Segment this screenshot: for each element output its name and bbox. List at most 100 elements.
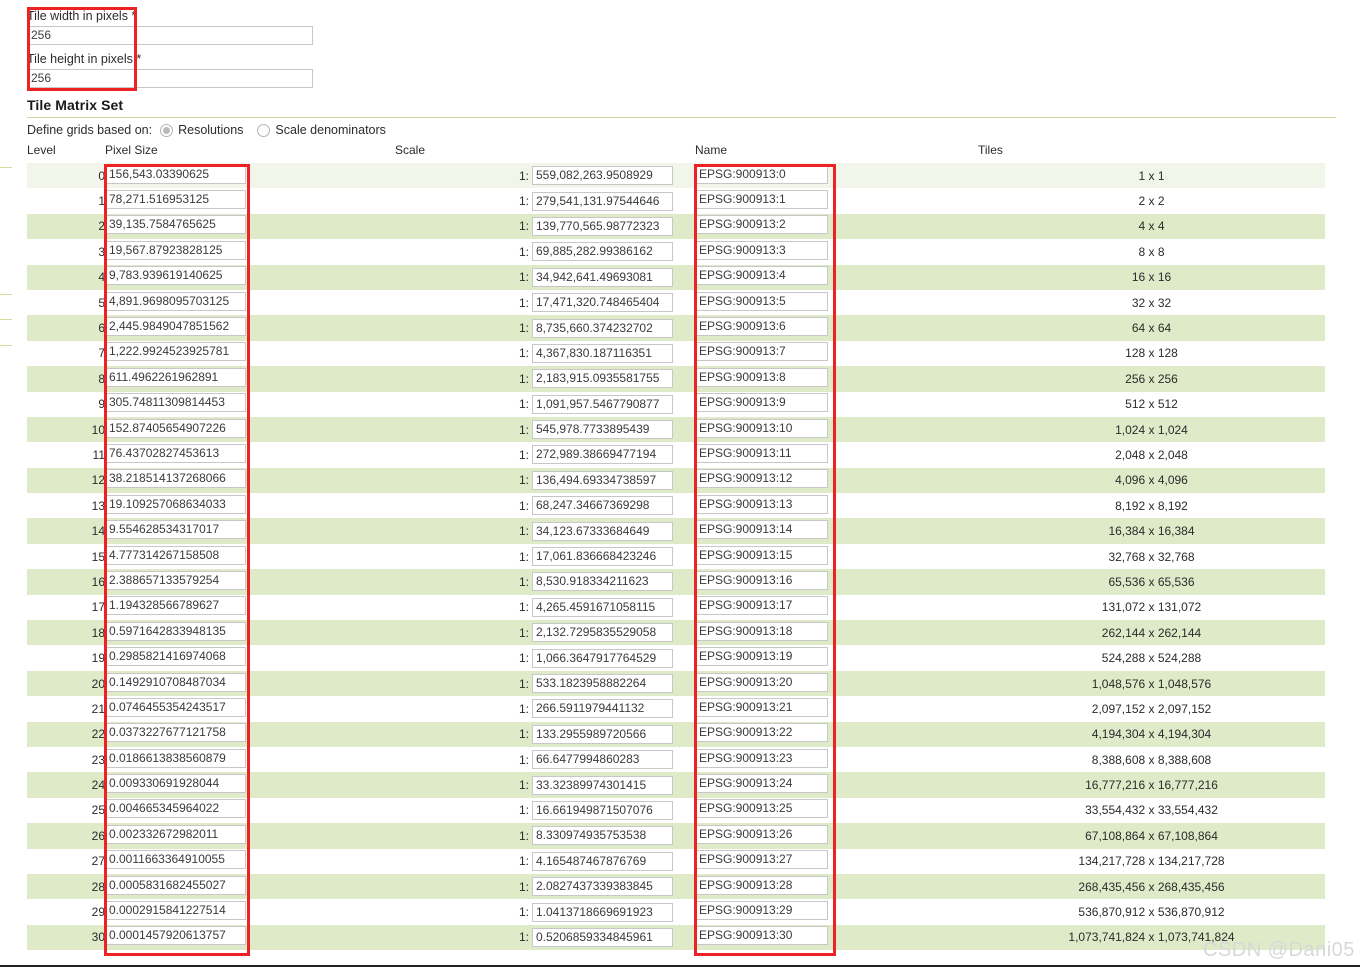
scale-input[interactable]: 34,123.67333684649 [532, 522, 673, 541]
matrix-name-input[interactable]: EPSG:900913:25 [695, 799, 828, 818]
pixel-size-input[interactable]: 0.0011663364910055 [105, 850, 246, 869]
pixel-size-input[interactable]: 0.2985821416974068 [105, 647, 246, 666]
tile-height-input[interactable] [27, 69, 313, 88]
pixel-size-input[interactable]: 0.002332672982011 [105, 825, 246, 844]
scale-input[interactable]: 272,989.38669477194 [532, 445, 673, 464]
matrix-name-input[interactable]: EPSG:900913:13 [695, 495, 828, 514]
scale-input[interactable]: 34,942,641.49693081 [532, 268, 673, 287]
radio-option-scale-denominators[interactable]: Scale denominators [257, 123, 385, 137]
matrix-name-input[interactable]: EPSG:900913:2 [695, 215, 828, 234]
matrix-name-input[interactable]: EPSG:900913:20 [695, 673, 828, 692]
pixel-size-input[interactable]: 4,891.9698095703125 [105, 292, 246, 311]
matrix-name-input[interactable]: EPSG:900913:6 [695, 317, 828, 336]
scale-input[interactable]: 68,247.34667369298 [532, 496, 673, 515]
matrix-name-input[interactable]: EPSG:900913:30 [695, 926, 828, 945]
pixel-size-input[interactable]: 19,567.87923828125 [105, 241, 246, 260]
matrix-name-input[interactable]: EPSG:900913:7 [695, 342, 828, 361]
scale-input[interactable]: 136,494.69334738597 [532, 471, 673, 490]
radio-option-resolutions[interactable]: Resolutions [160, 123, 243, 137]
scale-input[interactable]: 1,066.3647917764529 [532, 649, 673, 668]
pixel-size-input[interactable]: 0.0001457920613757 [105, 926, 246, 945]
scale-input[interactable]: 4.165487467876769 [532, 852, 673, 871]
pixel-size-input[interactable]: 0.004665345964022 [105, 799, 246, 818]
pixel-size-input[interactable]: 9,783.939619140625 [105, 266, 246, 285]
matrix-name-input[interactable]: EPSG:900913:23 [695, 749, 828, 768]
matrix-name-input[interactable]: EPSG:900913:27 [695, 850, 828, 869]
scale-input[interactable]: 533.1823958882264 [532, 674, 673, 693]
pixel-size-input[interactable]: 0.5971642833948135 [105, 622, 246, 641]
scale-input[interactable]: 2.0827437339383845 [532, 877, 673, 896]
pixel-size-input[interactable]: 2,445.9849047851562 [105, 317, 246, 336]
scale-input[interactable]: 33.32389974301415 [532, 776, 673, 795]
scale-input[interactable]: 69,885,282.99386162 [532, 242, 673, 261]
pixel-size-input[interactable]: 1,222.9924523925781 [105, 342, 246, 361]
matrix-name-input[interactable]: EPSG:900913:14 [695, 520, 828, 539]
matrix-name-input[interactable]: EPSG:900913:19 [695, 647, 828, 666]
scale-input[interactable]: 8,735,660.374232702 [532, 319, 673, 338]
matrix-name-input[interactable]: EPSG:900913:1 [695, 190, 828, 209]
pixel-size-input[interactable]: 0.0746455354243517 [105, 698, 246, 717]
pixel-size-input[interactable]: 2.388657133579254 [105, 571, 246, 590]
pixel-size-input[interactable]: 0.0005831682455027 [105, 876, 246, 895]
scale-input[interactable]: 266.5911979441132 [532, 699, 673, 718]
matrix-name-input[interactable]: EPSG:900913:16 [695, 571, 828, 590]
scale-input[interactable]: 0.5206859334845961 [532, 928, 673, 947]
matrix-name-input[interactable]: EPSG:900913:0 [695, 165, 828, 184]
matrix-name-input[interactable]: EPSG:900913:15 [695, 546, 828, 565]
pixel-size-input[interactable]: 0.009330691928044 [105, 774, 246, 793]
matrix-name-input[interactable]: EPSG:900913:3 [695, 241, 828, 260]
matrix-name-input[interactable]: EPSG:900913:12 [695, 469, 828, 488]
matrix-name-input[interactable]: EPSG:900913:21 [695, 698, 828, 717]
pixel-size-input[interactable]: 152.87405654907226 [105, 419, 246, 438]
scale-input[interactable]: 133.2955989720566 [532, 725, 673, 744]
scale-input[interactable]: 16.661949871507076 [532, 801, 673, 820]
matrix-name-input[interactable]: EPSG:900913:28 [695, 876, 828, 895]
radio-scale-denominators-icon[interactable] [257, 124, 270, 137]
matrix-name-input[interactable]: EPSG:900913:10 [695, 419, 828, 438]
pixel-size-input[interactable]: 0.0373227677121758 [105, 723, 246, 742]
scale-input[interactable]: 279,541,131.97544646 [532, 192, 673, 211]
pixel-size-input[interactable]: 76.43702827453613 [105, 444, 246, 463]
matrix-name-input[interactable]: EPSG:900913:22 [695, 723, 828, 742]
scale-input[interactable]: 4,265.4591671058115 [532, 598, 673, 617]
scale-input[interactable]: 4,367,830.187116351 [532, 344, 673, 363]
pixel-size-input[interactable]: 0.0002915841227514 [105, 901, 246, 920]
pixel-size-input[interactable]: 156,543.03390625 [105, 165, 246, 184]
scale-input[interactable]: 139,770,565.98772323 [532, 217, 673, 236]
scale-input[interactable]: 66.6477994860283 [532, 750, 673, 769]
tile-width-input[interactable] [27, 26, 313, 45]
matrix-name-input[interactable]: EPSG:900913:4 [695, 266, 828, 285]
scale-input[interactable]: 17,471,320.748465404 [532, 293, 673, 312]
scale-input[interactable]: 8,530.918334211623 [532, 572, 673, 591]
cell-level: 29 [27, 899, 105, 924]
matrix-name-input[interactable]: EPSG:900913:29 [695, 901, 828, 920]
pixel-size-input[interactable]: 0.0186613838560879 [105, 749, 246, 768]
scale-input[interactable]: 545,978.7733895439 [532, 420, 673, 439]
matrix-name-input[interactable]: EPSG:900913:17 [695, 596, 828, 615]
pixel-size-input[interactable]: 611.4962261962891 [105, 368, 246, 387]
pixel-size-input[interactable]: 305.74811309814453 [105, 393, 246, 412]
matrix-name-input[interactable]: EPSG:900913:18 [695, 622, 828, 641]
scale-input[interactable]: 1.0413718669691923 [532, 903, 673, 922]
scale-input[interactable]: 8.330974935753538 [532, 826, 673, 845]
pixel-size-input[interactable]: 38.218514137268066 [105, 469, 246, 488]
pixel-size-input[interactable]: 4.777314267158508 [105, 546, 246, 565]
scale-input[interactable]: 2,132.7295835529058 [532, 623, 673, 642]
matrix-name-input[interactable]: EPSG:900913:26 [695, 825, 828, 844]
pixel-size-input[interactable]: 19.109257068634033 [105, 495, 246, 514]
scale-input[interactable]: 1,091,957.5467790877 [532, 395, 673, 414]
scale-input[interactable]: 17,061.836668423246 [532, 547, 673, 566]
pixel-size-input[interactable]: 1.194328566789627 [105, 596, 246, 615]
pixel-size-input[interactable]: 0.1492910708487034 [105, 673, 246, 692]
pixel-size-input[interactable]: 9.554628534317017 [105, 520, 246, 539]
matrix-name-input[interactable]: EPSG:900913:24 [695, 774, 828, 793]
scale-input[interactable]: 2,183,915.0935581755 [532, 369, 673, 388]
pixel-size-input[interactable]: 39,135.7584765625 [105, 215, 246, 234]
matrix-name-input[interactable]: EPSG:900913:5 [695, 292, 828, 311]
scale-input[interactable]: 559,082,263.9508929 [532, 166, 673, 185]
radio-resolutions-icon[interactable] [160, 124, 173, 137]
matrix-name-input[interactable]: EPSG:900913:11 [695, 444, 828, 463]
matrix-name-input[interactable]: EPSG:900913:9 [695, 393, 828, 412]
pixel-size-input[interactable]: 78,271.516953125 [105, 190, 246, 209]
matrix-name-input[interactable]: EPSG:900913:8 [695, 368, 828, 387]
